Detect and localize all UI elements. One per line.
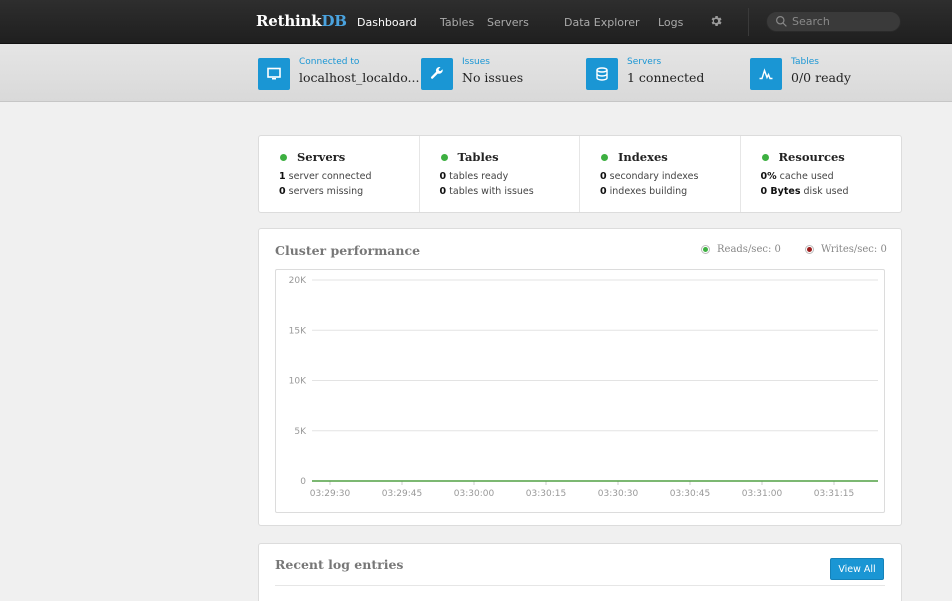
summary-line: 0% cache used [760, 171, 834, 182]
nav-servers[interactable]: Servers [487, 16, 529, 29]
status-ok-icon [440, 153, 448, 161]
search-icon [776, 16, 787, 27]
status-ok-icon [280, 153, 287, 161]
legend-writes[interactable]: Writes/sec: 0 [805, 244, 887, 255]
wrench-icon [421, 58, 453, 90]
status-value: localhost_localdo... [299, 70, 420, 85]
chart-svg: 0 5K 10K 15K 20K 03:29:30 03:29:45 03:30:00 03:3… [289, 276, 878, 499]
y-tick-label: 0 [300, 477, 306, 487]
x-tick-label: 03:29:45 [382, 489, 422, 499]
status-label: Servers [627, 57, 662, 67]
reads-legend-icon [701, 245, 710, 254]
x-tick-label: 03:31:15 [814, 489, 854, 499]
summary-heading: Indexes [601, 150, 740, 164]
status-label: Tables [791, 57, 819, 67]
x-tick-label: 03:29:30 [310, 489, 351, 499]
x-tick-label: 03:30:30 [598, 489, 639, 499]
top-navbar: RethinkDB Dashboard Tables Servers Data … [0, 0, 952, 44]
summary-panel: Servers 1 server connected 0 servers mis… [258, 135, 902, 213]
status-label: Issues [462, 57, 490, 67]
performance-chart: 0 5K 10K 15K 20K 03:29:30 03:29:45 03:30:00 03:3… [275, 269, 885, 513]
status-ok-icon [761, 153, 769, 161]
gear-icon[interactable] [709, 14, 723, 28]
summary-line: 0 secondary indexes [600, 171, 699, 182]
database-icon [586, 58, 618, 90]
status-label: Connected to [299, 57, 360, 67]
status-ok-icon [601, 153, 608, 161]
summary-line: 0 tables with issues [439, 186, 534, 197]
summary-heading: Resources [761, 150, 902, 164]
x-tick-label: 03:30:00 [454, 489, 495, 499]
x-tick-label: 03:31:00 [742, 489, 783, 499]
legend-reads[interactable]: Reads/sec: 0 [701, 244, 781, 255]
recent-logs-panel: Recent log entries View All [258, 543, 902, 601]
y-tick-label: 10K [289, 377, 307, 387]
summary-line: 0 tables ready [439, 171, 509, 182]
panel-title: Recent log entries [275, 557, 404, 572]
writes-legend-icon [805, 245, 814, 254]
summary-heading: Servers [280, 150, 419, 164]
summary-line: 0 servers missing [279, 186, 364, 197]
search-input[interactable]: Search [792, 15, 830, 28]
nav-data-explorer[interactable]: Data Explorer [564, 16, 640, 29]
status-value[interactable]: 1 connected [627, 70, 704, 85]
x-tick-label: 03:30:15 [526, 489, 566, 499]
y-tick-label: 15K [289, 326, 307, 336]
y-tick-label: 20K [289, 276, 307, 286]
summary-servers[interactable]: Servers 1 server connected 0 servers mis… [259, 136, 420, 212]
status-bar: Connected to localhost_localdo... Issues… [0, 44, 952, 102]
nav-dashboard[interactable]: Dashboard [357, 16, 417, 29]
summary-heading: Tables [440, 150, 580, 164]
status-value[interactable]: No issues [462, 70, 523, 85]
panel-title: Cluster performance [275, 243, 421, 258]
x-tick-label: 03:30:45 [670, 489, 710, 499]
brand-logo[interactable]: RethinkDB [256, 12, 347, 30]
search-box[interactable]: Search [766, 11, 901, 32]
status-value[interactable]: 0/0 ready [791, 70, 851, 85]
nav-logs[interactable]: Logs [658, 16, 683, 29]
summary-tables[interactable]: Tables 0 tables ready 0 tables with issu… [420, 136, 580, 212]
summary-indexes[interactable]: Indexes 0 secondary indexes 0 indexes bu… [580, 136, 741, 212]
summary-line: 1 server connected [279, 171, 372, 182]
summary-line: 0 indexes building [600, 186, 688, 197]
divider [275, 585, 885, 586]
monitor-icon [258, 58, 290, 90]
view-all-button[interactable]: View All [830, 558, 884, 580]
summary-line: 0 Bytes disk used [760, 186, 849, 197]
nav-divider [748, 8, 749, 36]
summary-resources[interactable]: Resources 0% cache used 0 Bytes disk use… [741, 136, 902, 212]
activity-icon [750, 58, 782, 90]
y-tick-label: 5K [294, 427, 307, 437]
nav-tables[interactable]: Tables [440, 16, 474, 29]
cluster-performance-panel: Cluster performance Reads/sec: 0 Writes/… [258, 228, 902, 526]
